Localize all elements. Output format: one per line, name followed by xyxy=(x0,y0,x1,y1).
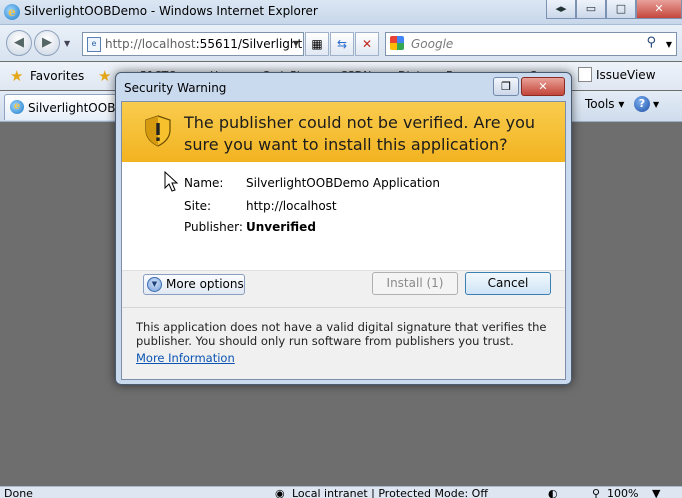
cancel-button[interactable]: Cancel xyxy=(465,272,551,295)
maximize-button[interactable]: □ xyxy=(606,0,636,19)
zoom-icon[interactable]: ⚲ xyxy=(592,487,600,498)
search-icon[interactable]: ⚲ xyxy=(646,35,656,50)
ie-tab-icon: e xyxy=(10,100,24,114)
publisher-value: Unverified xyxy=(246,220,316,234)
search-dropdown-icon[interactable]: ▼ xyxy=(666,40,672,49)
address-host: http://localhost xyxy=(105,37,196,51)
stop-icon[interactable]: ✕ xyxy=(355,32,379,56)
search-placeholder: Google xyxy=(411,37,454,51)
warning-banner: The publisher could not be verified. Are… xyxy=(122,102,565,162)
tab-label: SilverlightOOBDe xyxy=(28,101,116,115)
favorites-star-icon: ★ xyxy=(10,67,24,85)
favorite-issueview-label: IssueView xyxy=(596,67,656,82)
more-options-button[interactable]: ▼ More options xyxy=(143,274,245,295)
name-label: Name: xyxy=(184,176,224,190)
window-controls: ◂▸ ▭ □ ✕ xyxy=(546,0,682,20)
forward-button[interactable]: ▶ xyxy=(34,30,60,56)
help-dropdown-icon[interactable]: ▼ xyxy=(653,100,659,109)
back-button[interactable]: ◀ xyxy=(6,30,32,56)
back-forward-icon[interactable]: ◂▸ xyxy=(546,0,576,19)
refresh-icon[interactable]: ⇆ xyxy=(330,32,354,56)
zoom-level[interactable]: 100% xyxy=(607,487,638,498)
status-text: Done xyxy=(4,487,33,498)
install-button[interactable]: Install (1) xyxy=(372,272,458,295)
warning-heading: The publisher could not be verified. Are… xyxy=(184,113,536,154)
search-box[interactable]: Google ⚲ ▼ xyxy=(385,32,677,56)
address-dropdown-icon[interactable]: ▼ xyxy=(293,39,299,48)
zoom-dropdown-icon[interactable]: ▼ xyxy=(652,487,660,498)
history-dropdown-icon[interactable]: ▼ xyxy=(64,39,70,48)
google-icon xyxy=(390,36,404,50)
compatibility-view-icon[interactable]: ▦ xyxy=(305,32,329,56)
status-bar: Done ◉ Local intranet | Protected Mode: … xyxy=(0,486,682,498)
more-information-link[interactable]: More Information xyxy=(136,351,235,365)
security-icon: ◐ xyxy=(548,487,558,498)
name-value: SilverlightOOBDemo Application xyxy=(246,176,440,190)
dialog-close-button[interactable]: ✕ xyxy=(521,77,565,96)
dialog-footer: This application does not have a valid d… xyxy=(122,308,565,379)
restore-button[interactable]: ❐ xyxy=(493,77,519,96)
tab-active[interactable]: e SilverlightOOBDe xyxy=(4,94,118,120)
footer-text: This application does not have a valid d… xyxy=(136,320,547,348)
zone-icon: ◉ xyxy=(275,487,285,498)
close-button[interactable]: ✕ xyxy=(636,0,682,19)
favorites-button[interactable]: Favorites xyxy=(30,69,84,83)
navigation-bar: ◀ ▶ ▼ e http://localhost:55611/Silverlig… xyxy=(0,25,682,61)
dialog-body: The publisher could not be verified. Are… xyxy=(121,101,566,380)
address-path: :55611/Silverlight xyxy=(195,37,303,51)
address-bar[interactable]: e http://localhost:55611/Silverlight ▼ xyxy=(82,32,304,56)
minimize-button[interactable]: ▭ xyxy=(576,0,606,19)
tools-menu[interactable]: Tools ▾ xyxy=(585,97,624,111)
publisher-label: Publisher: xyxy=(184,220,243,234)
add-favorite-icon[interactable]: ★ xyxy=(98,67,111,85)
window-titlebar: e SilverlightOOBDemo - Windows Internet … xyxy=(0,0,682,25)
security-warning-dialog: Security Warning ❐ ✕ The publisher could… xyxy=(115,72,572,385)
ie-logo-icon: e xyxy=(4,4,20,20)
page-icon: e xyxy=(87,37,101,52)
more-options-label: More options xyxy=(166,277,244,291)
shield-warning-icon xyxy=(145,115,171,147)
help-icon[interactable]: ? xyxy=(634,96,650,112)
dialog-title: Security Warning xyxy=(124,81,227,95)
page-icon xyxy=(578,67,592,82)
mouse-cursor-icon xyxy=(164,171,179,192)
address-text[interactable]: http://localhost:55611/Silverlight xyxy=(105,37,302,51)
chevron-down-icon: ▼ xyxy=(147,277,162,292)
site-label: Site: xyxy=(184,199,212,213)
site-value: http://localhost xyxy=(246,199,337,213)
favorite-issueview[interactable]: IssueView xyxy=(578,67,656,82)
zone-text: Local intranet | Protected Mode: Off xyxy=(292,487,488,498)
window-title: SilverlightOOBDemo - Windows Internet Ex… xyxy=(24,4,318,18)
